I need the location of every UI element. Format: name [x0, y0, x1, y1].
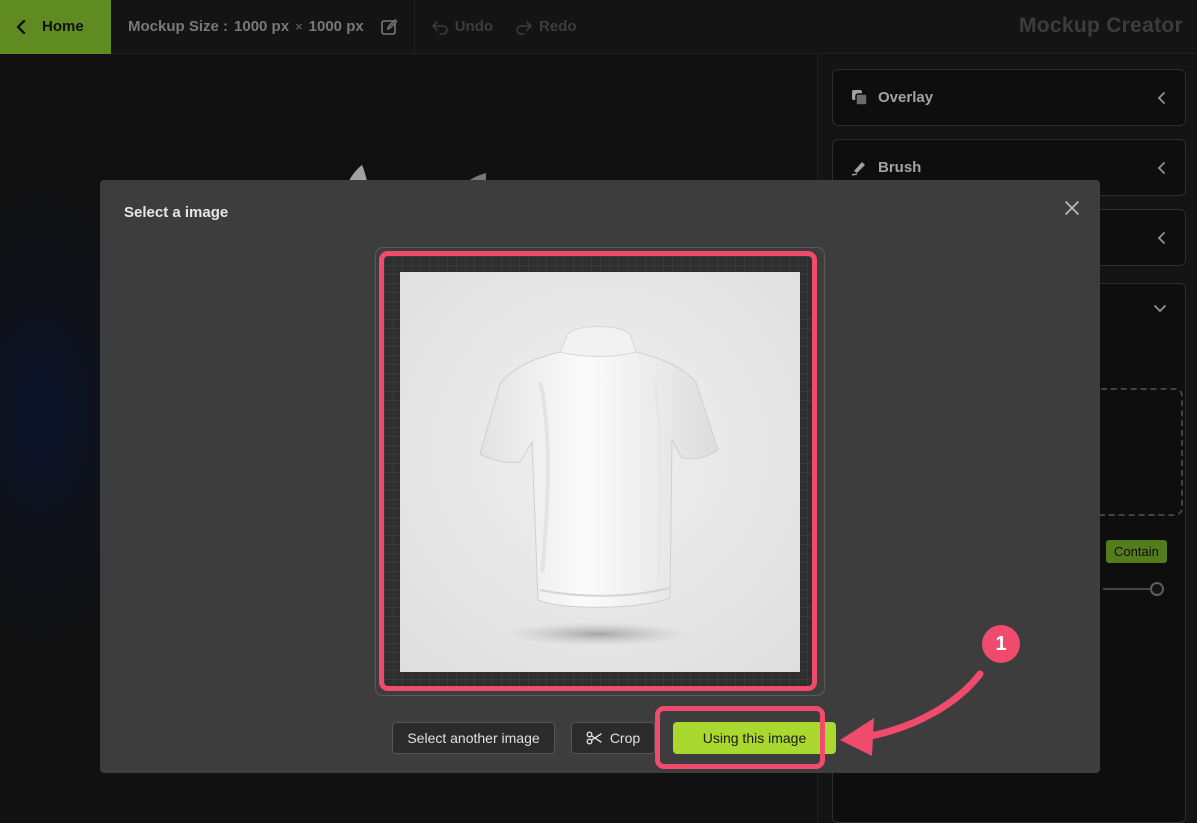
button-highlight-annotation	[655, 706, 825, 769]
annotation-arrow-icon	[840, 670, 984, 756]
step-badge: 1	[982, 625, 1020, 663]
select-another-image-button[interactable]: Select another image	[392, 722, 555, 754]
scissors-icon	[586, 731, 602, 745]
select-another-label: Select another image	[407, 730, 540, 746]
modal-title: Select a image	[124, 204, 229, 221]
crop-button[interactable]: Crop	[571, 722, 655, 754]
crop-label: Crop	[609, 730, 641, 746]
close-icon[interactable]	[1064, 200, 1080, 216]
tshirt-image	[479, 326, 719, 646]
selected-image-preview	[400, 272, 800, 672]
